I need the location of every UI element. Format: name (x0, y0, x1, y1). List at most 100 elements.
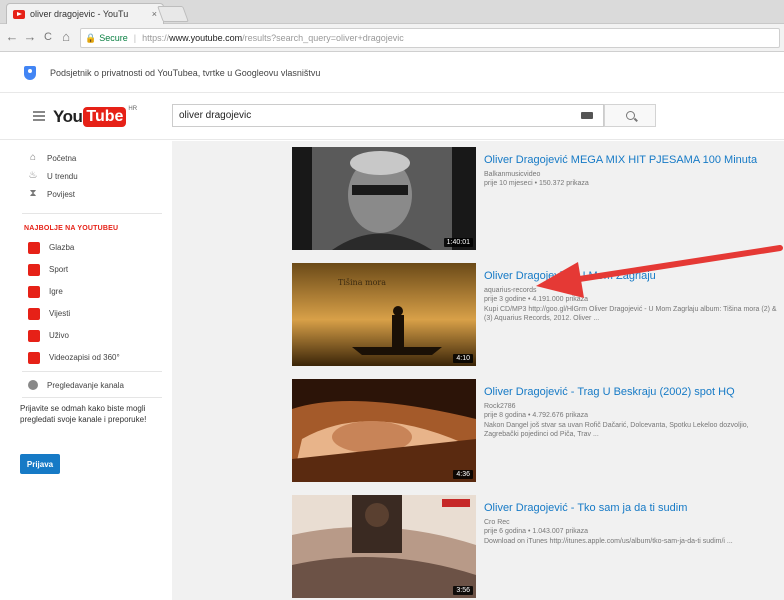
sidebar-item-browse-channels[interactable]: Pregledavanje kanala (28, 378, 124, 392)
youtube-logo[interactable]: You Tube HR (53, 106, 137, 128)
video-duration: 4:10 (453, 354, 473, 363)
search-button[interactable] (604, 104, 656, 127)
video-description: Download on iTunes http://itunes.apple.c… (484, 538, 733, 545)
youtube-masthead: You Tube HR oliver dragojevic (0, 94, 784, 140)
video-stats: prije 8 godina • 4.792.676 prikaza (484, 412, 589, 419)
sidebar-divider (22, 371, 162, 372)
video-duration: 3:56 (453, 586, 473, 595)
video-title-link[interactable]: Oliver Dragojević - Trag U Beskraju (200… (484, 385, 784, 399)
gear-icon (28, 380, 38, 390)
channel-name[interactable]: Cro Rec (484, 519, 784, 526)
sidebar-divider (22, 397, 162, 398)
sidebar-item-sport[interactable]: Sport (28, 262, 68, 277)
video-stats: prije 10 mjeseci • 150.372 prikaza (484, 180, 589, 187)
search-input-value: oliver dragojevic (179, 110, 252, 121)
logo-region-code: HR (128, 106, 138, 112)
video-title-link[interactable]: Oliver Dragojević - U Mom Zagrlaju (484, 269, 784, 283)
privacy-notice-text: Podsjetnik o privatnosti od YouTubea, tv… (50, 67, 321, 78)
logo-tube-text: Tube (83, 107, 127, 127)
video-description: Nakon Dangel još stvar sa uvan Rofič Dač… (484, 422, 749, 438)
browser-tab-strip: oliver dragojevic - YouTu × (0, 0, 784, 24)
guide-sidebar: ⌂ Početna ♨ U trendu ⧗ Povijest NAJBOLJE… (0, 141, 172, 600)
secure-label: Secure (99, 33, 128, 43)
address-bar[interactable]: 🔒 Secure | https:// www.youtube.com /res… (80, 28, 780, 48)
thumbnail-image (292, 147, 476, 250)
url-protocol: https:// (142, 33, 170, 43)
video-thumbnail[interactable]: 3:56 (292, 495, 476, 598)
url-path: /results?search_query=oliver+dragojevic (242, 33, 404, 43)
video-thumbnail[interactable]: 4:36 (292, 379, 476, 482)
sidebar-item-music[interactable]: Glazba (28, 240, 74, 255)
sidebar-item-label: Vijesti (49, 309, 71, 318)
video-stats: prije 3 godine • 4.191.000 prikaza (484, 296, 589, 303)
video-result[interactable]: Tišina mora 4:10 Oliver Dragojević - U M… (292, 263, 784, 369)
sidebar-item-home[interactable]: ⌂ Početna (28, 151, 76, 165)
video-description: Kupi CD/MP3 http://goo.gl/HlGrm Oliver D… (484, 306, 777, 322)
video-stats: prije 6 godina • 1.043.007 prikaza (484, 528, 589, 535)
sidebar-item-label: Igre (49, 287, 63, 296)
search-icon (625, 111, 635, 120)
forward-arrow-icon[interactable]: → (22, 29, 38, 45)
sidebar-item-live[interactable]: Uživo (28, 328, 69, 343)
channel-name[interactable]: Balkanmusicvideo (484, 171, 784, 178)
sidebar-item-trending[interactable]: ♨ U trendu (28, 169, 78, 183)
sidebar-item-label: Videozapisi od 360° (49, 353, 120, 362)
trophy-icon (28, 263, 40, 276)
keyboard-icon[interactable] (581, 112, 593, 119)
new-tab-button[interactable] (157, 6, 189, 22)
video-meta: Oliver Dragojević - U Mom Zagrlaju aquar… (484, 269, 784, 323)
sidebar-item-360[interactable]: Videozapisi od 360° (28, 350, 120, 365)
sidebar-item-label: Povijest (47, 189, 76, 199)
search-results: 1:40:01 Oliver Dragojević MEGA MIX HIT P… (172, 141, 784, 600)
video-result[interactable]: 1:40:01 Oliver Dragojević MEGA MIX HIT P… (292, 147, 784, 253)
url-host: www.youtube.com (169, 33, 243, 43)
live-icon (28, 329, 40, 342)
youtube-favicon-icon (13, 9, 25, 19)
logo-you-text: You (53, 107, 83, 126)
video-thumbnail[interactable]: Tišina mora 4:10 (292, 263, 476, 366)
sidebar-item-label: Glazba (49, 243, 75, 252)
thumbnail-image (292, 495, 476, 598)
close-tab-icon[interactable]: × (152, 9, 157, 19)
signin-prompt-text: Prijavite se odmah kako biste mogli preg… (20, 404, 147, 424)
search-input[interactable]: oliver dragojevic (172, 104, 604, 127)
video-result[interactable]: 4:36 Oliver Dragojević - Trag U Beskraju… (292, 379, 784, 485)
video-meta: Oliver Dragojević MEGA MIX HIT PJESAMA 1… (484, 153, 784, 187)
video-thumbnail[interactable]: 1:40:01 (292, 147, 476, 250)
gamepad-icon (28, 285, 40, 298)
sidebar-item-history[interactable]: ⧗ Povijest (28, 187, 75, 201)
video-title-link[interactable]: Oliver Dragojević MEGA MIX HIT PJESAMA 1… (484, 153, 784, 167)
sidebar-item-label: Početna (47, 153, 77, 163)
privacy-notice-bar[interactable]: Podsjetnik o privatnosti od YouTubea, tv… (0, 53, 784, 93)
video-meta: Oliver Dragojević - Tko sam ja da ti sud… (484, 501, 784, 546)
signin-button[interactable]: Prijava (20, 454, 60, 474)
home-icon[interactable]: ⌂ (58, 29, 74, 45)
video-meta: Oliver Dragojević - Trag U Beskraju (200… (484, 385, 784, 439)
sidebar-item-gaming[interactable]: Igre (28, 284, 63, 299)
reload-icon[interactable]: C (40, 29, 56, 45)
thumbnail-image (292, 379, 476, 482)
sidebar-item-label: Sport (49, 265, 69, 274)
video-result[interactable]: 3:56 Oliver Dragojević - Tko sam ja da t… (292, 495, 784, 600)
hamburger-menu-icon[interactable] (33, 111, 45, 121)
browser-tab[interactable]: oliver dragojevic - YouTu × (6, 3, 164, 24)
channel-name[interactable]: aquarius-records (484, 287, 784, 294)
svg-text:Tišina mora: Tišina mora (338, 278, 386, 287)
sidebar-item-news[interactable]: Vijesti (28, 306, 70, 321)
browser-toolbar: ← → C ⌂ 🔒 Secure | https:// www.youtube.… (0, 24, 784, 52)
shield-icon (24, 65, 36, 80)
sidebar-item-label: Uživo (49, 331, 70, 340)
channel-name[interactable]: Rock2786 (484, 403, 784, 410)
news-icon (28, 307, 40, 320)
tab-title: oliver dragojevic - YouTu (30, 9, 129, 19)
back-arrow-icon[interactable]: ← (4, 29, 20, 45)
video-duration: 4:36 (453, 470, 473, 479)
flame-icon: ♨ (28, 170, 38, 181)
home-icon: ⌂ (29, 152, 37, 163)
music-icon (28, 241, 40, 254)
sidebar-divider (22, 213, 162, 214)
video-title-link[interactable]: Oliver Dragojević - Tko sam ja da ti sud… (484, 501, 784, 515)
sidebar-item-label: Pregledavanje kanala (47, 380, 124, 390)
thumbnail-image: Tišina mora (292, 263, 476, 366)
address-divider: | (133, 33, 137, 43)
